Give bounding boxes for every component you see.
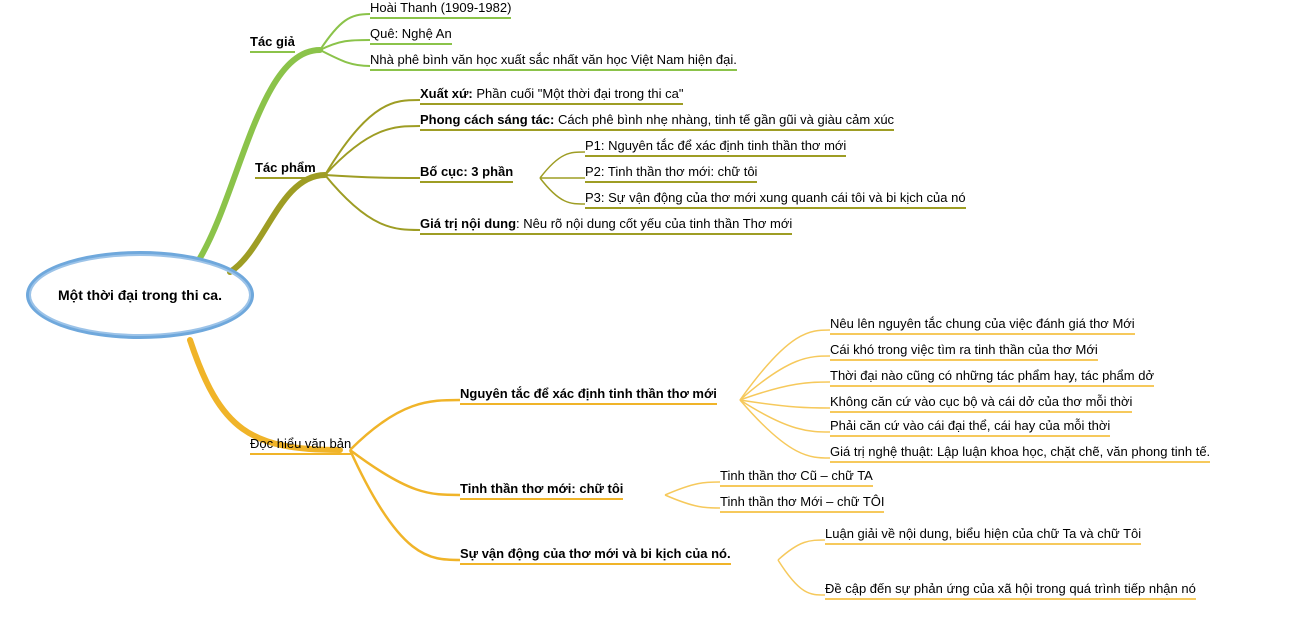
nguyentac-item-3: Không căn cứ vào cục bộ và cái dở của th… (830, 394, 1132, 413)
dochieu-suvandong: Sự vận động của thơ mới và bi kịch của n… (460, 546, 731, 565)
nguyentac-item-1: Cái khó trong việc tìm ra tinh thần của … (830, 342, 1098, 361)
tacgia-label: Tác giả (250, 34, 295, 49)
giatri-bold: Giá trị nội dung (420, 216, 516, 231)
dochieu-nguyentac: Nguyên tắc để xác định tinh thần thơ mới (460, 386, 717, 405)
suvandong-item-0: Luận giải về nội dung, biểu hiện của chữ… (825, 526, 1141, 545)
tacgia-item-1: Quê: Nghệ An (370, 26, 452, 45)
tacgia-item-0: Hoài Thanh (1909-1982) (370, 0, 511, 19)
bocuc-item-0: P1: Nguyên tắc để xác định tinh thần thơ… (585, 138, 846, 157)
nguyentac-item-5: Giá trị nghệ thuật: Lập luận khoa học, c… (830, 444, 1210, 463)
tinhthan-item-0: Tinh thần thơ Cũ – chữ TA (720, 468, 873, 487)
giatri-text: : Nêu rõ nội dung cốt yếu của tinh thần … (516, 216, 792, 231)
tacpham-phongcach: Phong cách sáng tác: Cách phê bình nhẹ n… (420, 112, 894, 131)
xuatxu-text: Phần cuối "Một thời đại trong thi ca" (473, 86, 684, 101)
branch-tacpham: Tác phẩm (255, 160, 316, 179)
phongcach-text: Cách phê bình nhẹ nhàng, tinh tế gần gũi… (554, 112, 894, 127)
nguyentac-item-2: Thời đại nào cũng có những tác phẩm hay,… (830, 368, 1154, 387)
tacpham-bocuc: Bố cục: 3 phần (420, 164, 513, 183)
tacpham-xuatxu: Xuất xứ: Phần cuối "Một thời đại trong t… (420, 86, 683, 105)
nguyentac-item-0: Nêu lên nguyên tắc chung của việc đánh g… (830, 316, 1135, 335)
branch-tacgia: Tác giả (250, 34, 295, 53)
bocuc-item-2: P3: Sự vận động của thơ mới xung quanh c… (585, 190, 966, 209)
tacpham-label: Tác phẩm (255, 160, 316, 175)
phongcach-bold: Phong cách sáng tác: (420, 112, 554, 127)
tinhthan-item-1: Tinh thần thơ Mới – chữ TÔI (720, 494, 884, 513)
bocuc-item-1: P2: Tinh thần thơ mới: chữ tôi (585, 164, 757, 183)
nguyentac-item-4: Phải căn cứ vào cái đại thể, cái hay của… (830, 418, 1110, 437)
suvandong-item-1: Đề cập đến sự phản ứng của xã hội trong … (825, 581, 1196, 600)
branch-dochieu: Đọc hiểu văn bản (250, 436, 351, 455)
tacgia-item-2: Nhà phê bình văn học xuất sắc nhất văn h… (370, 52, 737, 71)
root-title: Một thời đại trong thi ca. (58, 287, 222, 303)
xuatxu-bold: Xuất xứ: (420, 86, 473, 101)
dochieu-label: Đọc hiểu văn bản (250, 436, 351, 451)
root-node: Một thời đại trong thi ca. (40, 260, 240, 330)
mindmap-canvas: Một thời đại trong thi ca. (0, 0, 1300, 620)
dochieu-tinhthan: Tinh thần thơ mới: chữ tôi (460, 481, 623, 500)
tacpham-giatri: Giá trị nội dung: Nêu rõ nội dung cốt yế… (420, 216, 792, 235)
